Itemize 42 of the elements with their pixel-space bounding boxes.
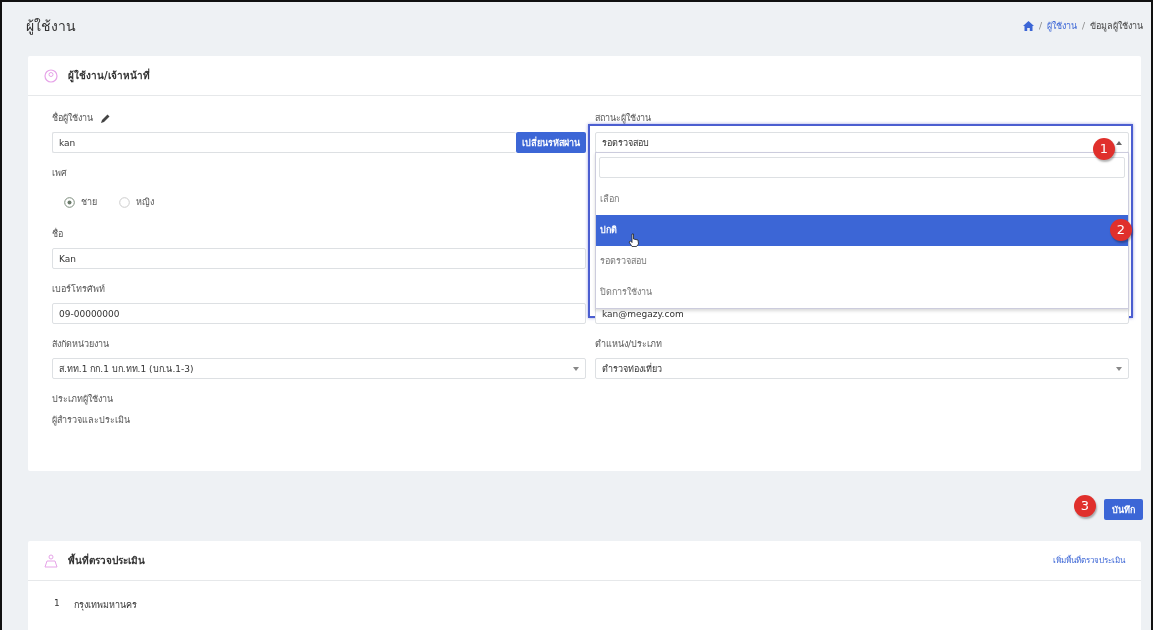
select-field[interactable]: ตำรวจท่องเที่ยว bbox=[595, 358, 1129, 379]
pencil-icon bbox=[101, 113, 110, 123]
field-label: เพศ bbox=[52, 167, 68, 179]
step-badge: 2 bbox=[1110, 219, 1132, 241]
select-field[interactable]: ส.ทท.1 กก.1 บก.ทท.1 (บก.น.1-3) bbox=[52, 358, 586, 379]
breadcrumb-separator: / bbox=[1038, 21, 1042, 31]
caret-icon bbox=[573, 366, 579, 371]
search-field[interactable] bbox=[599, 157, 1125, 178]
caret-icon bbox=[1116, 366, 1122, 371]
page-title: ผู้ใช้งาน bbox=[26, 17, 76, 37]
radio-button[interactable] bbox=[64, 196, 75, 208]
field-label: ชื่อผู้ใช้งาน bbox=[52, 112, 93, 124]
dropdown-option[interactable]: เลือก bbox=[596, 184, 1128, 215]
field-label: ประเภทผู้ใช้งาน bbox=[52, 393, 114, 405]
field-label: สถานะผู้ใช้งาน bbox=[595, 112, 652, 124]
change-password-button[interactable]: เปลี่ยนรหัสผ่าน bbox=[516, 132, 586, 153]
field-label: สังกัดหน่วยงาน bbox=[52, 338, 110, 350]
input-field[interactable]: Kan bbox=[52, 248, 586, 269]
input-field[interactable]: 09-00000000 bbox=[52, 303, 586, 324]
card-title: พื้นที่ตรวจประเมิน bbox=[68, 553, 145, 568]
field-value: ผู้สำรวจและประเมิน bbox=[52, 414, 131, 427]
card-title: ผู้ใช้งาน/เจ้าหน้าที่ bbox=[68, 68, 150, 83]
radio-label: ชาย bbox=[81, 196, 97, 209]
input-field[interactable]: kan bbox=[52, 132, 516, 153]
breadcrumb-item: ข้อมูลผู้ใช้งาน bbox=[1090, 20, 1143, 33]
field-label: เบอร์โทรศัพท์ bbox=[52, 283, 106, 295]
save-button[interactable]: บันทึก bbox=[1104, 499, 1143, 520]
dropdown-option[interactable]: รอตรวจสอบ bbox=[596, 246, 1128, 277]
field-label: ตำแหน่ง/ประเภท bbox=[595, 338, 664, 350]
add-area-link[interactable]: เพิ่มพื้นที่ตรวจประเมิน bbox=[1053, 554, 1125, 567]
radio-label: หญิง bbox=[136, 196, 154, 209]
caret-icon bbox=[1116, 140, 1122, 145]
user-circle-icon bbox=[44, 68, 58, 83]
radio-button[interactable] bbox=[119, 196, 130, 208]
step-badge: 3 bbox=[1074, 495, 1096, 517]
hand-cursor-icon bbox=[628, 233, 640, 247]
home-icon[interactable] bbox=[1022, 21, 1034, 31]
breadcrumb-separator: / bbox=[1081, 21, 1085, 31]
area-name: กรุงเทพมหานคร bbox=[73, 599, 137, 612]
row-number: 1 bbox=[54, 598, 60, 610]
field-label: ชื่อ bbox=[52, 228, 64, 240]
breadcrumb-link[interactable]: ผู้ใช้งาน bbox=[1046, 19, 1077, 33]
